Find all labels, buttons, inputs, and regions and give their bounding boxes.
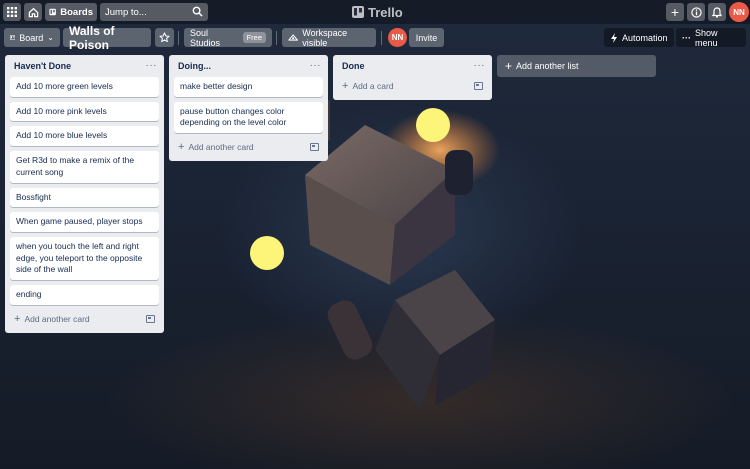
card[interactable]: Bossfight <box>10 187 159 208</box>
automation-label: Automation <box>622 32 668 43</box>
add-card-label: Add another card <box>188 142 254 153</box>
board-title-button[interactable]: Walls of Poison <box>63 24 151 52</box>
list-havent-done[interactable]: Haven't Done ··· Add 10 more green level… <box>5 55 164 333</box>
trello-logo[interactable]: Trello <box>352 4 403 20</box>
plus-icon: + <box>178 141 185 154</box>
workspace-button[interactable]: Soul Studios Free <box>184 27 272 48</box>
invite-button[interactable]: Invite <box>409 28 444 47</box>
board-view-switcher[interactable]: Board ⌄ <box>4 28 60 47</box>
show-menu-label: Show menu <box>695 27 718 48</box>
add-card-button[interactable]: + Add a card <box>338 77 487 95</box>
list-doing[interactable]: Doing... ··· make better design pause bu… <box>169 55 328 162</box>
search-input[interactable]: Jump to... <box>100 3 208 21</box>
board-header: Board ⌄ Walls of Poison Soul Studios Fre… <box>0 24 750 52</box>
member-avatar-initials: NN <box>391 33 404 42</box>
create-button[interactable]: + <box>666 3 684 21</box>
card[interactable]: When game paused, player stops <box>10 212 159 232</box>
yellow-dot <box>416 108 450 142</box>
boards-label: Boards <box>60 6 93 18</box>
visibility-label: Workspace visible <box>302 27 348 48</box>
card[interactable]: Get R3d to make a remix of the current s… <box>10 151 159 183</box>
add-card-button[interactable]: + Add another card <box>174 138 323 156</box>
show-menu-button[interactable]: ··· Show menu <box>676 27 746 48</box>
card[interactable]: when you touch the left and right edge, … <box>10 236 159 281</box>
yellow-dot <box>250 236 284 270</box>
visibility-button[interactable]: Workspace visible <box>282 27 376 48</box>
home-icon <box>28 7 38 17</box>
member-avatar[interactable]: NN <box>388 28 407 47</box>
list-title[interactable]: Haven't Done <box>14 61 71 71</box>
notifications-button[interactable] <box>708 3 726 21</box>
chevron-down-icon: ⌄ <box>47 33 54 42</box>
lightning-icon <box>611 32 617 43</box>
user-avatar-initials: NN <box>733 7 745 17</box>
card[interactable]: Add 10 more blue levels <box>10 126 159 147</box>
plus-icon: + <box>342 80 349 92</box>
list-menu-icon[interactable]: ··· <box>146 61 158 71</box>
card-template-icon[interactable] <box>474 82 483 90</box>
add-card-label: Add another card <box>24 313 90 324</box>
list-title[interactable]: Doing... <box>178 61 211 71</box>
add-card-label: Add a card <box>352 81 394 91</box>
list-header: Doing... ··· <box>174 55 323 77</box>
list-menu-icon[interactable]: ··· <box>310 61 322 71</box>
list-title[interactable]: Done <box>342 61 365 71</box>
card-template-icon[interactable] <box>310 143 319 152</box>
board-view-label: Board <box>19 32 44 43</box>
trello-logo-icon <box>352 6 364 18</box>
boards-button[interactable]: Boards <box>45 3 97 21</box>
header-divider <box>381 31 382 45</box>
board-title: Walls of Poison <box>69 23 115 52</box>
card-template-icon[interactable] <box>146 314 155 323</box>
card[interactable]: Add 10 more green levels <box>10 77 159 97</box>
card[interactable]: make better design <box>174 77 323 97</box>
board-view-icon <box>10 35 16 40</box>
add-list-label: Add another list <box>516 61 579 71</box>
bell-icon <box>712 6 722 18</box>
add-list-button[interactable]: + Add another list <box>497 55 656 77</box>
card[interactable]: ending <box>10 285 159 305</box>
header-divider <box>276 31 277 45</box>
header-divider <box>178 31 179 45</box>
card[interactable]: Add 10 more pink levels <box>10 101 159 122</box>
plus-icon: + <box>505 59 513 73</box>
plus-icon: + <box>14 312 21 325</box>
list-menu-icon[interactable]: ··· <box>474 61 486 71</box>
invite-label: Invite <box>415 32 438 43</box>
trello-logo-text: Trello <box>368 4 403 20</box>
more-dots-icon: ··· <box>682 32 691 43</box>
search-icon <box>192 6 203 17</box>
top-navigation-bar: Boards Jump to... Trello + NN <box>0 0 750 24</box>
app-switcher-button[interactable] <box>3 3 21 21</box>
search-placeholder: Jump to... <box>105 6 147 18</box>
information-button[interactable] <box>687 3 705 21</box>
star-icon <box>159 32 170 43</box>
workspace-plan-badge: Free <box>242 32 266 43</box>
list-header: Done ··· <box>338 55 487 77</box>
workspace-name: Soul Studios <box>190 27 221 48</box>
plus-icon: + <box>670 4 680 20</box>
info-icon <box>690 6 702 18</box>
people-icon <box>288 34 298 41</box>
boards-icon <box>49 8 56 16</box>
list-header: Haven't Done ··· <box>10 55 159 77</box>
add-card-button[interactable]: + Add another card <box>10 310 159 328</box>
star-board-button[interactable] <box>155 28 174 47</box>
user-avatar[interactable]: NN <box>729 2 749 22</box>
home-button[interactable] <box>24 3 42 21</box>
list-done[interactable]: Done ··· + Add a card <box>333 55 492 100</box>
automation-button[interactable]: Automation <box>604 28 674 47</box>
card[interactable]: pause button changes color depending on … <box>174 101 323 134</box>
grid-icon <box>7 7 17 17</box>
